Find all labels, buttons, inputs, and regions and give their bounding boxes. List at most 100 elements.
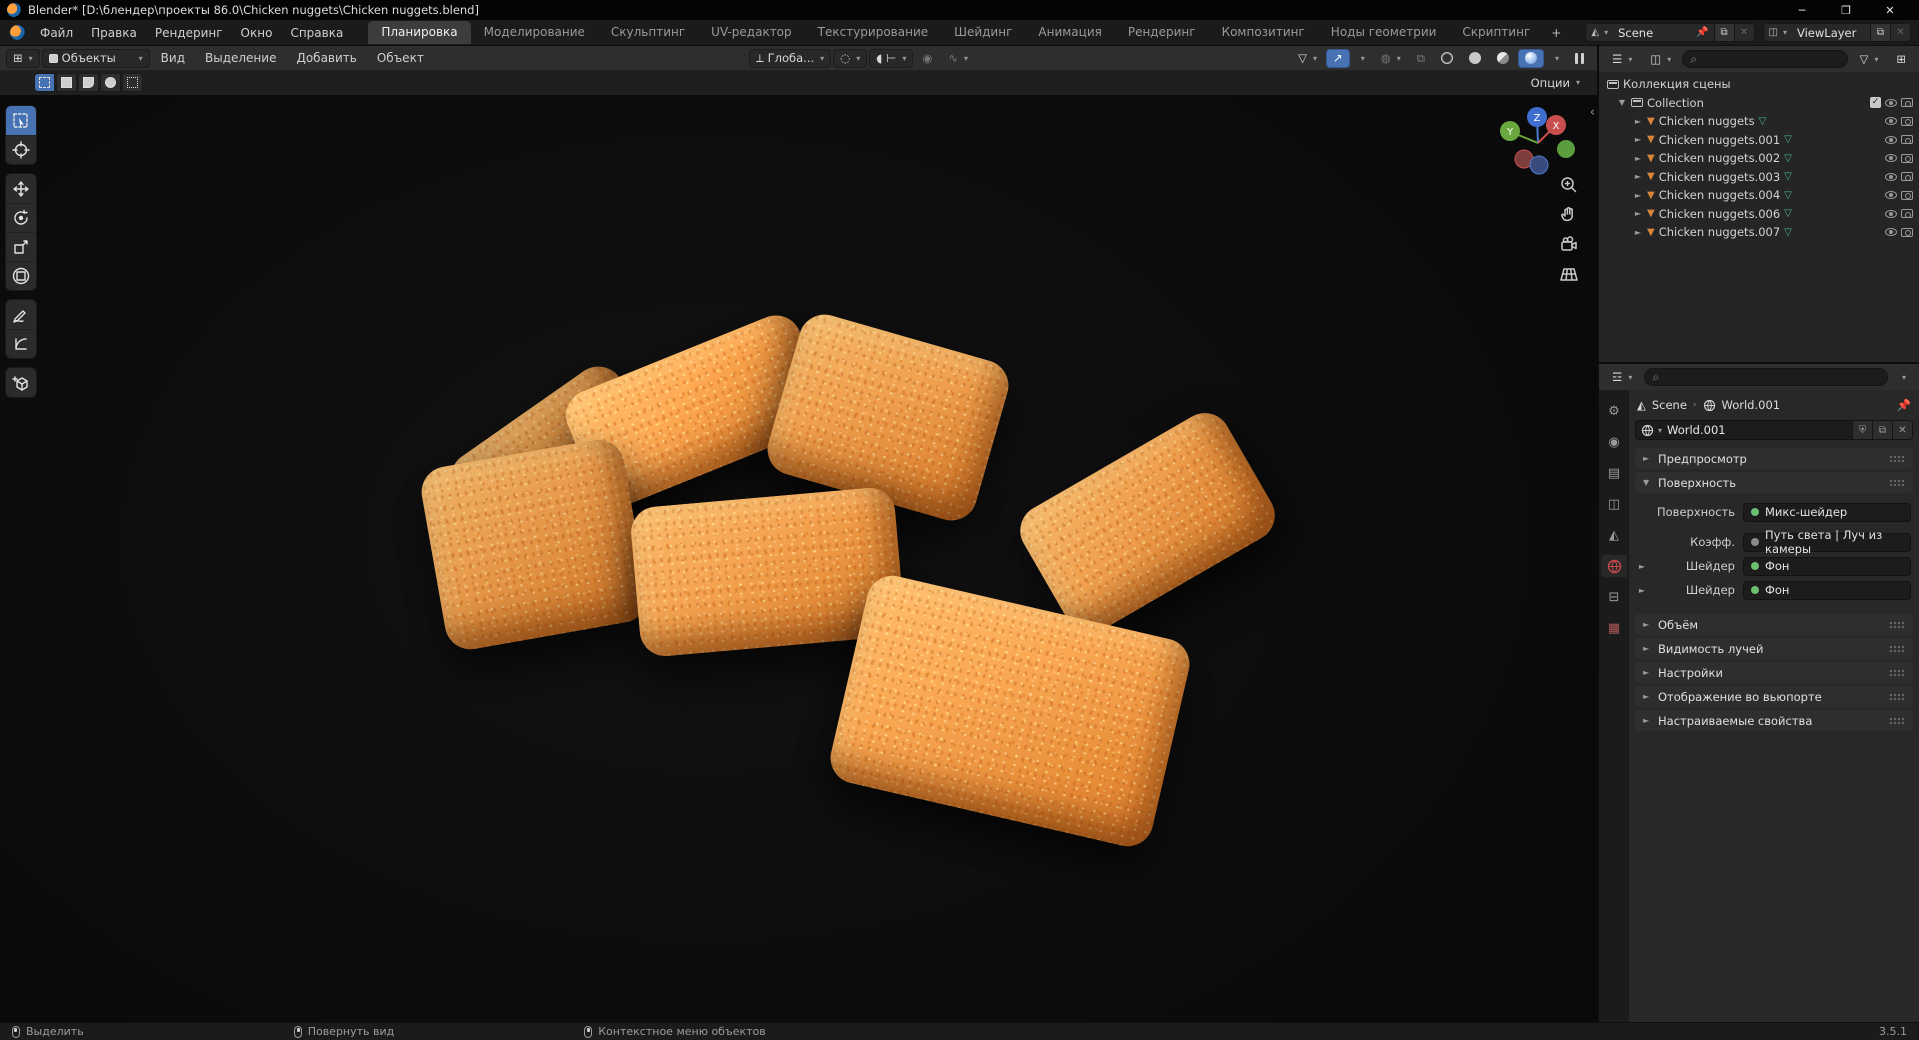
eye-icon[interactable] [1885, 228, 1897, 237]
chicken-nugget-mesh[interactable] [1010, 403, 1285, 643]
panel-grip[interactable] [1889, 620, 1905, 629]
outliner-search-input[interactable] [1701, 53, 1841, 65]
expand-arrow-icon[interactable]: ► [1633, 191, 1643, 200]
world-name-input[interactable]: World.001 [1667, 423, 1852, 437]
menu-add[interactable]: Добавить [287, 48, 365, 68]
camera-render-icon[interactable] [1901, 153, 1913, 163]
camera-view-icon[interactable] [1559, 235, 1579, 255]
new-scene-button[interactable]: ⧉ [1713, 24, 1734, 41]
object-row[interactable]: ► ▼ Chicken nuggets.001 ▽ [1599, 131, 1919, 150]
collection-checkbox[interactable]: ✓ [1870, 97, 1881, 109]
tab-tool[interactable]: ⚙ [1601, 400, 1627, 422]
chicken-nugget-mesh[interactable] [825, 570, 1195, 852]
shader2-field[interactable]: Фон [1743, 580, 1911, 600]
eye-icon[interactable] [1885, 117, 1897, 126]
show-object-types-dropdown[interactable]: ▽ ▾ [1291, 49, 1324, 68]
collection-row[interactable]: ▼ Collection ✓ [1599, 94, 1919, 113]
object-row[interactable]: ► ▼ Chicken nuggets.003 ▽ [1599, 168, 1919, 187]
menu-help[interactable]: Справка [281, 23, 352, 43]
menu-file[interactable]: Файл [31, 23, 82, 43]
select-box-tool[interactable] [6, 106, 36, 135]
object-row[interactable]: ► ▼ Chicken nuggets.002 ▽ [1599, 149, 1919, 168]
panel-preview[interactable]: ► Предпросмотр [1635, 448, 1913, 469]
object-row[interactable]: ► ▼ Chicken nuggets.004 ▽ [1599, 186, 1919, 205]
pin-scene-icon[interactable]: 📌 [1691, 24, 1713, 41]
eye-icon[interactable] [1885, 154, 1897, 163]
breadcrumb-scene[interactable]: Scene [1652, 398, 1687, 412]
fake-user-shield-button[interactable]: ⛨ [1852, 421, 1872, 439]
scene-collection-row[interactable]: Коллекция сцены [1599, 75, 1919, 94]
menu-edit[interactable]: Правка [82, 23, 146, 43]
show-gizmo-toggle[interactable]: ↗ [1326, 48, 1350, 68]
panel-grip[interactable] [1889, 644, 1905, 653]
camera-render-icon[interactable] [1901, 209, 1913, 219]
panel-volume[interactable]: ► Объём [1635, 614, 1913, 635]
camera-render-icon[interactable] [1901, 116, 1913, 126]
pivot-point-dropdown[interactable]: ◌ ▾ [833, 48, 868, 68]
restore-button[interactable]: ❐ [1824, 0, 1868, 20]
move-tool[interactable] [6, 174, 36, 203]
menu-view[interactable]: Вид [152, 48, 194, 68]
close-button[interactable]: ✕ [1868, 0, 1912, 20]
outliner-filter-display-dropdown[interactable]: ◫ ▾ [1643, 50, 1678, 69]
tab-geometry-nodes[interactable]: Ноды геометрии [1318, 21, 1450, 44]
panel-settings[interactable]: ► Настройки [1635, 662, 1913, 683]
breadcrumb-world[interactable]: World.001 [1722, 398, 1781, 412]
tab-scripting[interactable]: Скриптинг [1449, 21, 1543, 44]
viewport-canvas[interactable]: ‹ Z X Y [0, 95, 1597, 1022]
chicken-nugget-mesh[interactable] [417, 435, 652, 654]
blender-menu-icon[interactable] [10, 25, 25, 40]
panel-grip[interactable] [1889, 478, 1905, 487]
panel-grip[interactable] [1889, 692, 1905, 701]
zoom-icon[interactable] [1559, 175, 1579, 195]
factor-field[interactable]: Путь света | Луч из камеры [1743, 528, 1911, 556]
expand-arrow-icon[interactable]: ► [1633, 172, 1643, 181]
tab-shading[interactable]: Шейдинг [941, 21, 1025, 44]
shading-dropdown[interactable]: ▾ [1546, 49, 1566, 68]
transform-tool[interactable] [6, 261, 36, 290]
tab-texture-paint[interactable]: Текстурирование [805, 21, 941, 44]
camera-render-icon[interactable] [1901, 172, 1913, 182]
panel-grip[interactable] [1889, 668, 1905, 677]
eye-icon[interactable] [1885, 209, 1897, 218]
expand-arrow-icon[interactable]: ► [1633, 117, 1643, 126]
sidebar-collapse-arrow[interactable]: ‹ [1590, 105, 1595, 120]
expand-arrow-icon[interactable]: ► [1633, 209, 1643, 218]
options-dropdown[interactable]: Опции ▾ [1524, 73, 1587, 92]
tab-uv-editor[interactable]: UV-редактор [698, 21, 804, 44]
menu-window[interactable]: Окно [232, 23, 282, 43]
camera-render-icon[interactable] [1901, 135, 1913, 145]
panel-viewport-display[interactable]: ► Отображение во вьюпорте [1635, 686, 1913, 707]
properties-search-field[interactable]: ⌕ [1644, 368, 1888, 386]
scale-tool[interactable] [6, 232, 36, 261]
eye-icon[interactable] [1885, 191, 1897, 200]
xray-toggle[interactable]: ⧉ [1410, 49, 1432, 68]
snap-toggle[interactable]: ◖ ⊢ ▾ [869, 48, 914, 68]
object-row[interactable]: ► ▼ Chicken nuggets.007 ▽ [1599, 223, 1919, 242]
properties-options-dropdown[interactable]: ▾ [1893, 368, 1913, 387]
tab-animation[interactable]: Анимация [1025, 21, 1114, 44]
measure-tool[interactable] [6, 329, 36, 358]
tab-scene[interactable]: ◭ [1601, 524, 1627, 546]
menu-select[interactable]: Выделение [196, 48, 285, 68]
tab-view-layer[interactable]: ◫ [1601, 493, 1627, 515]
select-set-button[interactable] [34, 73, 55, 92]
panel-ray-visibility[interactable]: ► Видимость лучей [1635, 638, 1913, 659]
tab-collection[interactable]: ⊟ [1601, 586, 1627, 608]
select-invert-button[interactable] [100, 73, 121, 92]
scene-name[interactable]: Scene [1613, 24, 1691, 41]
tab-rendering[interactable]: Рендеринг [1115, 21, 1209, 44]
tab-output[interactable]: ▤ [1601, 462, 1627, 484]
add-cube-tool[interactable] [6, 368, 36, 397]
delete-viewlayer-button[interactable]: ✕ [1890, 24, 1910, 41]
properties-search-input[interactable] [1664, 371, 1880, 383]
expand-arrow-icon[interactable]: ▼ [1617, 98, 1627, 107]
tab-sculpting[interactable]: Скульптинг [598, 21, 698, 44]
select-subtract-button[interactable] [78, 73, 99, 92]
shading-solid-button[interactable] [1462, 49, 1488, 68]
viewlayer-name[interactable]: ViewLayer [1792, 24, 1870, 41]
outliner-filter-dropdown[interactable]: ▽ ▾ [1852, 50, 1885, 69]
eye-icon[interactable] [1885, 98, 1897, 107]
editor-type-dropdown[interactable]: ⊞ ▾ [6, 48, 40, 68]
panel-grip[interactable] [1889, 454, 1905, 463]
